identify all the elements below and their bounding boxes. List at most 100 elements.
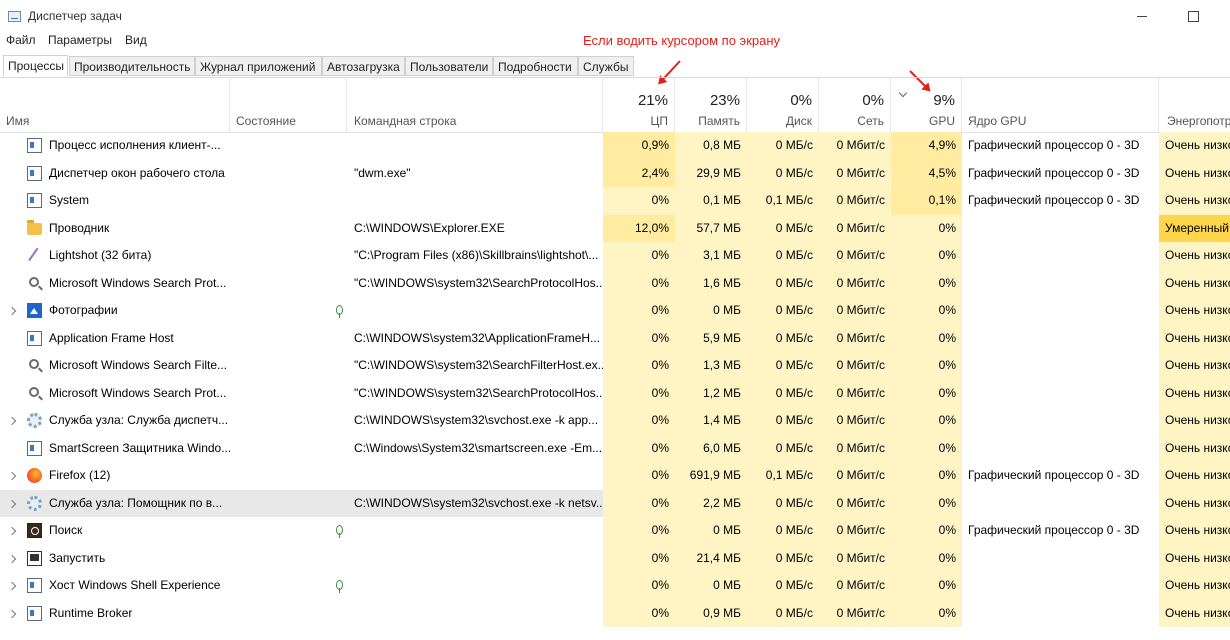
gpu-cell: 0%: [891, 242, 962, 270]
gpu-cell: 0%: [891, 297, 962, 325]
process-status-cell: [230, 297, 347, 325]
gpu-engine-cell: [962, 407, 1159, 435]
network-cell: 0 Мбит/с: [819, 407, 891, 435]
column-gpu-engine[interactable]: Ядро GPU: [962, 78, 1159, 132]
table-row[interactable]: Запустить 0% 21,4 МБ 0 МБ/с 0 Мбит/с 0% Очень …: [0, 544, 1230, 573]
column-cpu[interactable]: 21% ЦП: [603, 78, 675, 132]
network-cell: 0 Мбит/с: [819, 517, 891, 545]
column-gpu[interactable]: 9% GPU: [891, 78, 962, 132]
chevron-right-icon[interactable]: [7, 306, 17, 316]
gpu-cell: 0%: [891, 544, 962, 572]
chevron-right-icon[interactable]: [7, 499, 17, 508]
process-name: Microsoft Windows Search Prot...: [49, 275, 227, 290]
cpu-cell: 0%: [603, 242, 675, 270]
process-status-cell: [230, 517, 347, 545]
chevron-right-icon[interactable]: [7, 609, 17, 618]
column-name[interactable]: Имя: [0, 78, 230, 132]
table-row[interactable]: Application Frame Host C:\WINDOWS\system3…: [0, 324, 1230, 353]
table-row[interactable]: Фотографии 0% 0 МБ 0 МБ/с 0 Мбит/с 0% Очень ни…: [0, 297, 1230, 325]
gpu-cell: 4,5%: [891, 159, 962, 187]
folder-icon: [27, 219, 42, 235]
disk-cell: 0 МБ/с: [747, 517, 819, 545]
table-row[interactable]: Служба узла: Служба диспетч... C:\WINDOWS…: [0, 407, 1230, 435]
table-row[interactable]: Runtime Broker 0% 0,9 МБ 0 МБ/с 0 Мбит/с 0% Оч…: [0, 599, 1230, 628]
table-row[interactable]: Microsoft Windows Search Prot... "C:\WIND…: [0, 379, 1230, 408]
gpu-cell: 4,9%: [891, 132, 962, 160]
column-gpu-label: GPU: [928, 114, 955, 128]
minimize-button[interactable]: [1133, 6, 1153, 26]
table-row[interactable]: Процесс исполнения клиент-... 0,9% 0,8 МБ 0…: [0, 132, 1230, 160]
chevron-right-icon[interactable]: [7, 471, 17, 481]
photos-icon: [27, 303, 42, 318]
cpu-cell: 0%: [603, 324, 675, 352]
process-name-cell: Запустить: [0, 545, 230, 573]
window-icon: [27, 330, 42, 346]
chevron-right-icon[interactable]: [7, 526, 17, 536]
column-network[interactable]: 0% Сеть: [819, 78, 891, 132]
gpu-engine-cell: [962, 297, 1159, 325]
process-status-cell: [230, 435, 347, 463]
cpu-cell: 0%: [603, 517, 675, 545]
disk-cell: 0,1 МБ/с: [747, 462, 819, 490]
command-line-cell: [347, 132, 603, 160]
power-usage-cell: Очень низко: [1159, 379, 1230, 407]
process-status-cell: [230, 380, 347, 408]
cpu-cell: 0%: [603, 352, 675, 380]
process-name-cell: Хост Windows Shell Experience: [0, 572, 230, 600]
process-status-cell: [230, 600, 347, 628]
process-name-cell: Фотографии: [0, 297, 230, 325]
gpu-engine-cell: [962, 435, 1159, 463]
menu-options[interactable]: Параметры: [48, 33, 112, 47]
tab-services[interactable]: Службы: [578, 56, 634, 76]
table-row[interactable]: System 0% 0,1 МБ 0,1 МБ/с 0 Мбит/с 0,1% Графич…: [0, 187, 1230, 215]
gpu-cell: 0%: [891, 379, 962, 407]
table-row[interactable]: Служба узла: Помощник по в... C:\WINDOWS\…: [0, 489, 1230, 517]
column-disk[interactable]: 0% Диск: [747, 78, 819, 132]
chevron-right-icon[interactable]: [7, 416, 17, 426]
cpu-cell: 0,9%: [603, 132, 675, 160]
title-bar: Диспетчер задач: [0, 0, 1230, 32]
process-name-cell: Application Frame Host: [0, 325, 230, 353]
table-row[interactable]: Lightshot (32 бита) "C:\Program Files (x8…: [0, 242, 1230, 270]
table-row[interactable]: SmartScreen Защитника Windo... C:\Windows…: [0, 434, 1230, 463]
maximize-button[interactable]: [1184, 6, 1204, 26]
menu-view[interactable]: Вид: [125, 33, 147, 47]
column-memory[interactable]: 23% Память: [675, 78, 747, 132]
chevron-right-icon[interactable]: [7, 581, 17, 591]
column-status-label: Состояние: [236, 114, 296, 128]
column-command-line[interactable]: Командная строка: [347, 78, 603, 132]
tab-details[interactable]: Подробности: [493, 56, 578, 76]
table-row[interactable]: Microsoft Windows Search Filte... "C:\WIN…: [0, 352, 1230, 380]
disk-total: 0%: [790, 92, 812, 109]
annotation-text: Если водить курсором по экрану: [583, 33, 781, 48]
disk-cell: 0 МБ/с: [747, 379, 819, 407]
table-row[interactable]: Firefox (12) 0% 691,9 МБ 0,1 МБ/с 0 Мбит/с 0%…: [0, 462, 1230, 490]
power-usage-cell: Очень низко: [1159, 407, 1230, 435]
column-power[interactable]: Энергопотр: [1159, 78, 1230, 132]
command-line-cell: C:\WINDOWS\system32\svchost.exe -k app..…: [354, 413, 599, 427]
network-cell: 0 Мбит/с: [819, 572, 891, 600]
table-row[interactable]: Диспетчер окон рабочего стола "dwm.exe" 2,…: [0, 159, 1230, 187]
tab-processes[interactable]: Процессы: [3, 55, 68, 77]
table-row[interactable]: Поиск 0% 0 МБ 0 МБ/с 0 Мбит/с 0% Графический п…: [0, 517, 1230, 545]
tab-performance[interactable]: Производительность: [69, 56, 195, 76]
menu-file[interactable]: Файл: [6, 33, 36, 47]
tab-app-history[interactable]: Журнал приложений: [195, 56, 322, 76]
suspended-leaf-icon: [336, 525, 343, 538]
cpu-cell: 12,0%: [603, 214, 675, 242]
column-status[interactable]: Состояние: [230, 78, 347, 132]
power-usage-cell: Очень низко: [1159, 599, 1230, 627]
power-usage-cell: Очень низко: [1159, 462, 1230, 490]
process-name: Runtime Broker: [49, 605, 133, 620]
table-row[interactable]: Проводник C:\WINDOWS\Explorer.EXE 12,0% 57,…: [0, 214, 1230, 242]
cpu-cell: 0%: [603, 379, 675, 407]
column-network-label: Сеть: [857, 114, 884, 128]
tab-users[interactable]: Пользователи: [405, 56, 493, 76]
search-app-icon: [27, 523, 42, 538]
table-row[interactable]: Microsoft Windows Search Prot... "C:\WIND…: [0, 269, 1230, 297]
table-row[interactable]: Хост Windows Shell Experience 0% 0 МБ 0 МБ/…: [0, 572, 1230, 600]
chevron-right-icon[interactable]: [7, 554, 17, 563]
power-usage-cell: Очень низко: [1159, 187, 1230, 215]
tab-startup[interactable]: Автозагрузка: [322, 56, 405, 76]
network-cell: 0 Мбит/с: [819, 352, 891, 380]
